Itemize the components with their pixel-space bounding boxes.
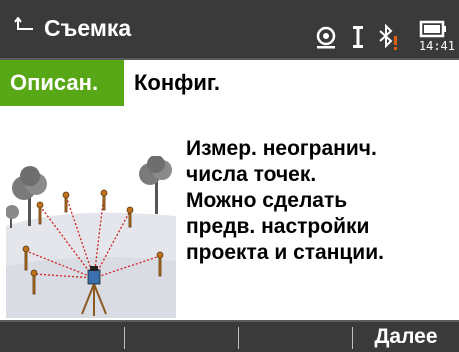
bluetooth-warning-icon <box>379 23 397 50</box>
next-button[interactable]: Далее <box>353 322 459 352</box>
description-line: проекта и станции. <box>186 241 384 264</box>
compensator-icon <box>353 26 363 48</box>
description-text: Измер. неогранич. числа точек. Можно сде… <box>186 136 456 266</box>
description-line: предв. настройки <box>186 215 370 238</box>
tab-config[interactable]: Конфиг. <box>124 60 230 106</box>
battery-icon <box>419 20 446 38</box>
survey-screen: Съемка 14:41 Описан. Конфиг. Измер. неог… <box>0 0 459 352</box>
softkey-f2[interactable] <box>125 322 238 352</box>
softkey-f3[interactable] <box>239 322 352 352</box>
status-icons: 14:41 <box>309 0 459 60</box>
title-bar: Съемка 14:41 <box>0 0 459 60</box>
content-area: Измер. неогранич. числа точек. Можно сде… <box>0 106 459 320</box>
tab-bar: Описан. Конфиг. <box>0 60 459 106</box>
back-icon[interactable] <box>14 17 36 39</box>
description-line: Можно сделать <box>186 189 348 212</box>
description-line: Измер. неогранич. <box>186 137 377 160</box>
description-line: числа точек. <box>186 163 317 186</box>
softkey-bar: Далее <box>0 320 459 352</box>
total-station-survey-illustration <box>6 156 176 318</box>
atr-prism-icon <box>316 26 336 49</box>
clock-time: 14:41 <box>418 39 455 53</box>
screen-title: Съемка <box>44 15 132 41</box>
tab-description[interactable]: Описан. <box>0 60 124 106</box>
softkey-f1[interactable] <box>0 322 124 352</box>
